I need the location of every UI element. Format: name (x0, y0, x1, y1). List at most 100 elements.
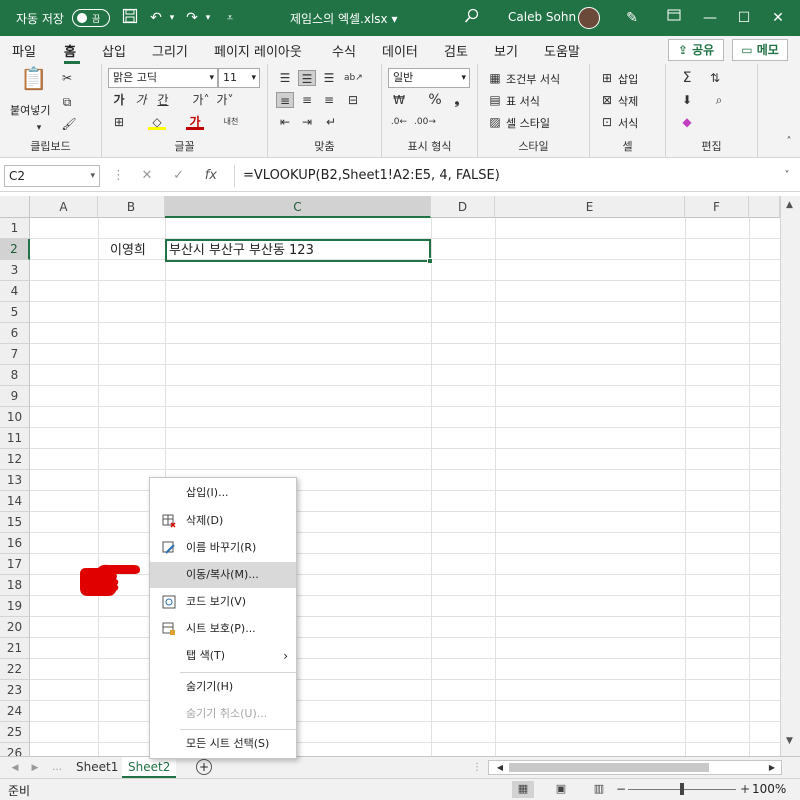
font-name-select[interactable]: 맑은 고딕 ▾ (108, 68, 218, 88)
insert-function-icon[interactable]: fx (205, 168, 217, 183)
menu-item-hide[interactable]: 숨기기(H) (150, 674, 296, 700)
increase-font-icon[interactable]: 가˄ (192, 92, 210, 108)
tab-page-layout[interactable]: 페이지 레이아웃 (214, 41, 302, 60)
autosave-toggle[interactable]: 끔 (72, 9, 110, 27)
align-top-icon[interactable]: ☰ (276, 70, 294, 86)
row-header-20[interactable]: 20 (0, 617, 30, 638)
comma-style-icon[interactable]: ❟ (448, 92, 466, 108)
tab-review[interactable]: 검토 (444, 41, 468, 60)
page-layout-view-icon[interactable]: ▣ (550, 781, 572, 798)
row-header-1[interactable]: 1 (0, 218, 30, 239)
menu-item-tab-color[interactable]: 탭 색(T) › (150, 643, 296, 669)
column-header-e[interactable]: E (495, 196, 685, 218)
delete-cells-button[interactable]: 삭제 (618, 93, 638, 109)
tab-draw[interactable]: 그리기 (152, 41, 188, 60)
sheet-more-icon[interactable]: … (48, 760, 66, 776)
number-format-select[interactable]: 일반 ▾ (388, 68, 470, 88)
tab-help[interactable]: 도움말 (544, 41, 580, 60)
increase-indent-icon[interactable]: ⇥ (298, 114, 316, 130)
enter-icon[interactable]: ✓ (173, 168, 184, 183)
zoom-level[interactable]: 100% (752, 782, 786, 796)
italic-button[interactable]: 가 (132, 92, 150, 108)
fill-icon[interactable]: ⬇ (678, 92, 696, 108)
save-icon[interactable] (120, 8, 140, 28)
font-size-select[interactable]: 11 ▾ (218, 68, 260, 88)
next-sheet-icon[interactable]: ▶ (26, 760, 44, 776)
column-header-a[interactable]: A (30, 196, 98, 218)
row-header-4[interactable]: 4 (0, 281, 30, 302)
column-header-g[interactable] (749, 196, 780, 218)
minimize-icon[interactable]: — (700, 8, 720, 28)
align-center-icon[interactable]: ≡ (298, 92, 316, 108)
wrap-text-icon[interactable]: ↵ (322, 114, 340, 130)
row-header-14[interactable]: 14 (0, 491, 30, 512)
percent-icon[interactable]: % (426, 92, 444, 108)
document-title[interactable]: 제임스의 엑셀.xlsx ▾ (290, 10, 398, 27)
fill-color-icon[interactable]: ◇ (148, 114, 166, 130)
align-right-icon[interactable]: ≡ (320, 92, 338, 108)
decrease-indent-icon[interactable]: ⇤ (276, 114, 294, 130)
name-box[interactable]: C2 ▾ (4, 165, 100, 187)
add-sheet-icon[interactable]: + (196, 759, 212, 775)
cell-styles-button[interactable]: 셀 스타일 (506, 115, 550, 131)
vertical-scrollbar[interactable]: ▲ ▼ (780, 196, 800, 756)
scroll-up-icon[interactable]: ▲ (786, 200, 793, 210)
memo-button[interactable]: ▭ 메모 (732, 39, 788, 61)
row-header-15[interactable]: 15 (0, 512, 30, 533)
borders-icon[interactable]: ⊞ (110, 114, 128, 130)
autosum-icon[interactable]: Σ (678, 70, 696, 86)
row-header-7[interactable]: 7 (0, 344, 30, 365)
column-header-b[interactable]: B (98, 196, 165, 218)
paste-dropdown-icon[interactable]: ▾ (30, 120, 48, 136)
paste-icon[interactable]: 📋 (20, 69, 47, 100)
row-header-23[interactable]: 23 (0, 680, 30, 701)
underline-button[interactable]: 간 (154, 92, 172, 108)
prev-sheet-icon[interactable]: ◀ (6, 760, 24, 776)
tab-home[interactable]: 홈 (64, 41, 76, 60)
avatar[interactable] (578, 7, 600, 29)
align-middle-icon[interactable]: ☰ (298, 70, 316, 86)
column-header-c[interactable]: C (165, 196, 431, 218)
cell-b2[interactable]: 이영희 (110, 240, 146, 261)
row-header-13[interactable]: 13 (0, 470, 30, 491)
fill-handle[interactable] (427, 258, 433, 264)
clear-icon[interactable]: ◆ (678, 114, 696, 130)
row-header-3[interactable]: 3 (0, 260, 30, 281)
menu-item-protect-sheet[interactable]: 시트 보호(P)... (150, 616, 296, 642)
column-header-f[interactable]: F (685, 196, 749, 218)
row-header-19[interactable]: 19 (0, 596, 30, 617)
row-header-9[interactable]: 9 (0, 386, 30, 407)
select-all-corner[interactable] (0, 196, 30, 218)
normal-view-icon[interactable]: ▦ (512, 781, 534, 798)
row-header-16[interactable]: 16 (0, 533, 30, 554)
format-painter-icon[interactable]: 🖌 (60, 116, 78, 132)
menu-item-move-copy[interactable]: 이동/복사(M)... (150, 562, 296, 588)
column-header-d[interactable]: D (431, 196, 495, 218)
formula-input[interactable]: =VLOOKUP(B2,Sheet1!A2:E5, 4, FALSE) (234, 165, 796, 187)
worksheet-grid[interactable]: A B C D E F 1 2 3 4 5 6 7 8 9 10 11 12 13 14 15 16 17 18 1… (0, 196, 800, 756)
bold-button[interactable]: 가 (110, 92, 128, 108)
currency-icon[interactable]: ₩ (390, 92, 408, 108)
row-header-11[interactable]: 11 (0, 428, 30, 449)
row-header-25[interactable]: 25 (0, 722, 30, 743)
redo-dropdown-icon[interactable]: ▾ (198, 8, 218, 28)
tab-insert[interactable]: 삽입 (102, 41, 126, 60)
decrease-font-icon[interactable]: 가˅ (216, 92, 234, 108)
expand-formula-icon[interactable]: ˅ (778, 168, 796, 184)
row-header-12[interactable]: 12 (0, 449, 30, 470)
row-header-17[interactable]: 17 (0, 554, 30, 575)
decrease-decimal-icon[interactable]: .00→ (414, 114, 436, 130)
align-bottom-icon[interactable]: ☰ (320, 70, 338, 86)
menu-item-view-code[interactable]: 코드 보기(V) (150, 589, 296, 615)
scroll-left-icon[interactable]: ◀ (491, 760, 509, 776)
split-handle-icon[interactable]: ⋮ (468, 760, 486, 776)
close-icon[interactable]: ✕ (768, 8, 788, 28)
scroll-right-icon[interactable]: ▶ (763, 760, 781, 776)
row-header-10[interactable]: 10 (0, 407, 30, 428)
insert-cells-button[interactable]: 삽입 (618, 71, 638, 87)
cut-icon[interactable]: ✂ (58, 70, 76, 86)
ribbon-display-icon[interactable] (664, 8, 684, 28)
collapse-ribbon-icon[interactable]: ˄ (780, 134, 798, 150)
zoom-slider-thumb[interactable] (680, 783, 684, 795)
align-left-icon[interactable]: ≡ (276, 92, 294, 108)
